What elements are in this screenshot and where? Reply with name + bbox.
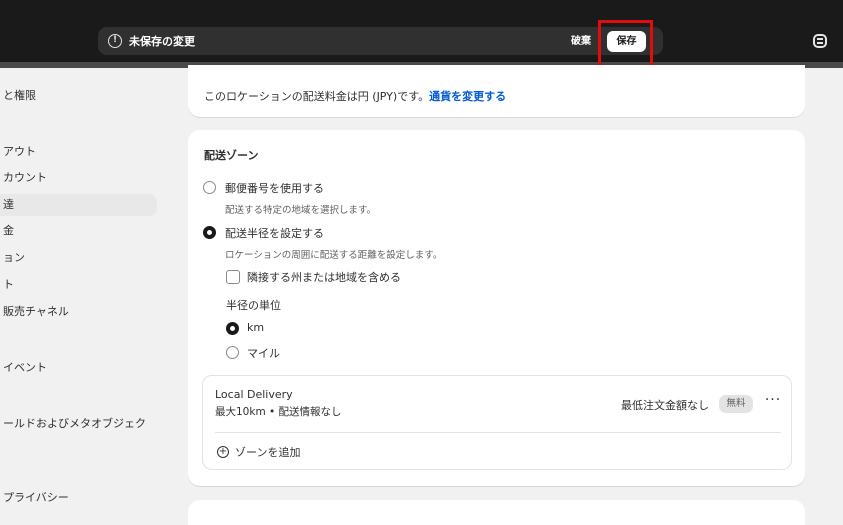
postal-code-label: 郵便番号を使用する — [225, 182, 324, 195]
discard-button[interactable]: 破棄 — [565, 31, 597, 52]
divider — [215, 432, 781, 433]
plus-circle-icon[interactable]: + — [217, 446, 229, 458]
unsaved-changes-label: 未保存の変更 — [129, 35, 195, 48]
sidebar-item-customer-events[interactable]: イベント — [0, 357, 157, 379]
local-delivery-zone: Local Delivery 最大10km • 配送情報なし 最低注文金額なし … — [202, 375, 792, 470]
unit-mile-label: マイル — [247, 347, 280, 360]
section-title: 配送ゾーン — [204, 149, 259, 162]
postal-code-description: 配送する特定の地域を選択します。 — [225, 205, 377, 216]
radius-label: 配送半径を設定する — [225, 227, 324, 240]
neighbor-regions-label: 隣接する州または地域を含める — [247, 271, 401, 284]
sidebar-item-checkout[interactable]: アウト — [0, 141, 157, 163]
unit-km-label: km — [247, 321, 265, 334]
shipping-zone-card: 配送ゾーン 郵便番号を使用する 配送する特定の地域を選択します。 配送半径を設定… — [188, 130, 805, 486]
currency-card: このロケーションの配送料金は円 (JPY)です。通貨を変更する — [188, 65, 805, 117]
sidebar-item-sales-channels[interactable]: 販売チャネル — [0, 301, 157, 323]
neighbor-regions-checkbox[interactable] — [226, 270, 240, 284]
more-actions-icon[interactable]: ··· — [763, 391, 783, 411]
free-badge: 無料 — [719, 395, 753, 413]
delivery-zone-description: 最大10km • 配送情報なし — [215, 406, 342, 418]
currency-notice: このロケーションの配送料金は円 (JPY)です。通貨を変更する — [204, 88, 506, 104]
next-card — [188, 500, 805, 525]
sidebar-item-metafields[interactable]: ールドおよびメタオブジェク — [0, 413, 157, 435]
sidebar-item-users-permissions[interactable]: と権限 — [0, 85, 157, 107]
store-avatar-icon[interactable] — [813, 34, 827, 48]
settings-sidebar: と権限 アウト カウント 達 金 ョン ト 販売チャネル イベント ールドおよび… — [0, 68, 170, 525]
unit-mile-radio[interactable] — [226, 346, 239, 359]
postal-code-radio[interactable] — [203, 181, 216, 194]
minimum-order-text: 最低注文金額なし — [621, 399, 709, 412]
change-currency-link[interactable]: 通貨を変更する — [429, 90, 506, 103]
delivery-zone-name: Local Delivery — [215, 388, 293, 401]
radius-radio[interactable] — [203, 226, 216, 239]
sidebar-item-locations[interactable]: ョン — [0, 247, 157, 269]
top-bar: ! 未保存の変更 破棄 保存 — [0, 0, 843, 62]
sidebar-item-shipping-delivery[interactable]: 達 — [0, 194, 157, 216]
radius-unit-title: 半径の単位 — [226, 299, 281, 312]
currency-notice-text: このロケーションの配送料金は円 (JPY)です。 — [204, 90, 430, 103]
unit-km-radio[interactable] — [226, 322, 239, 335]
sidebar-item-gift-cards[interactable]: ト — [0, 274, 157, 296]
alert-circle-icon: ! — [108, 34, 122, 48]
sidebar-item-privacy[interactable]: プライバシー — [0, 487, 157, 509]
sidebar-item-customer-accounts[interactable]: カウント — [0, 167, 157, 189]
sidebar-item-taxes[interactable]: 金 — [0, 220, 157, 242]
save-button[interactable]: 保存 — [607, 31, 646, 52]
add-zone-button[interactable]: ゾーンを追加 — [235, 444, 300, 460]
radius-description: ロケーションの周囲に配送する距離を設定します。 — [225, 250, 443, 261]
